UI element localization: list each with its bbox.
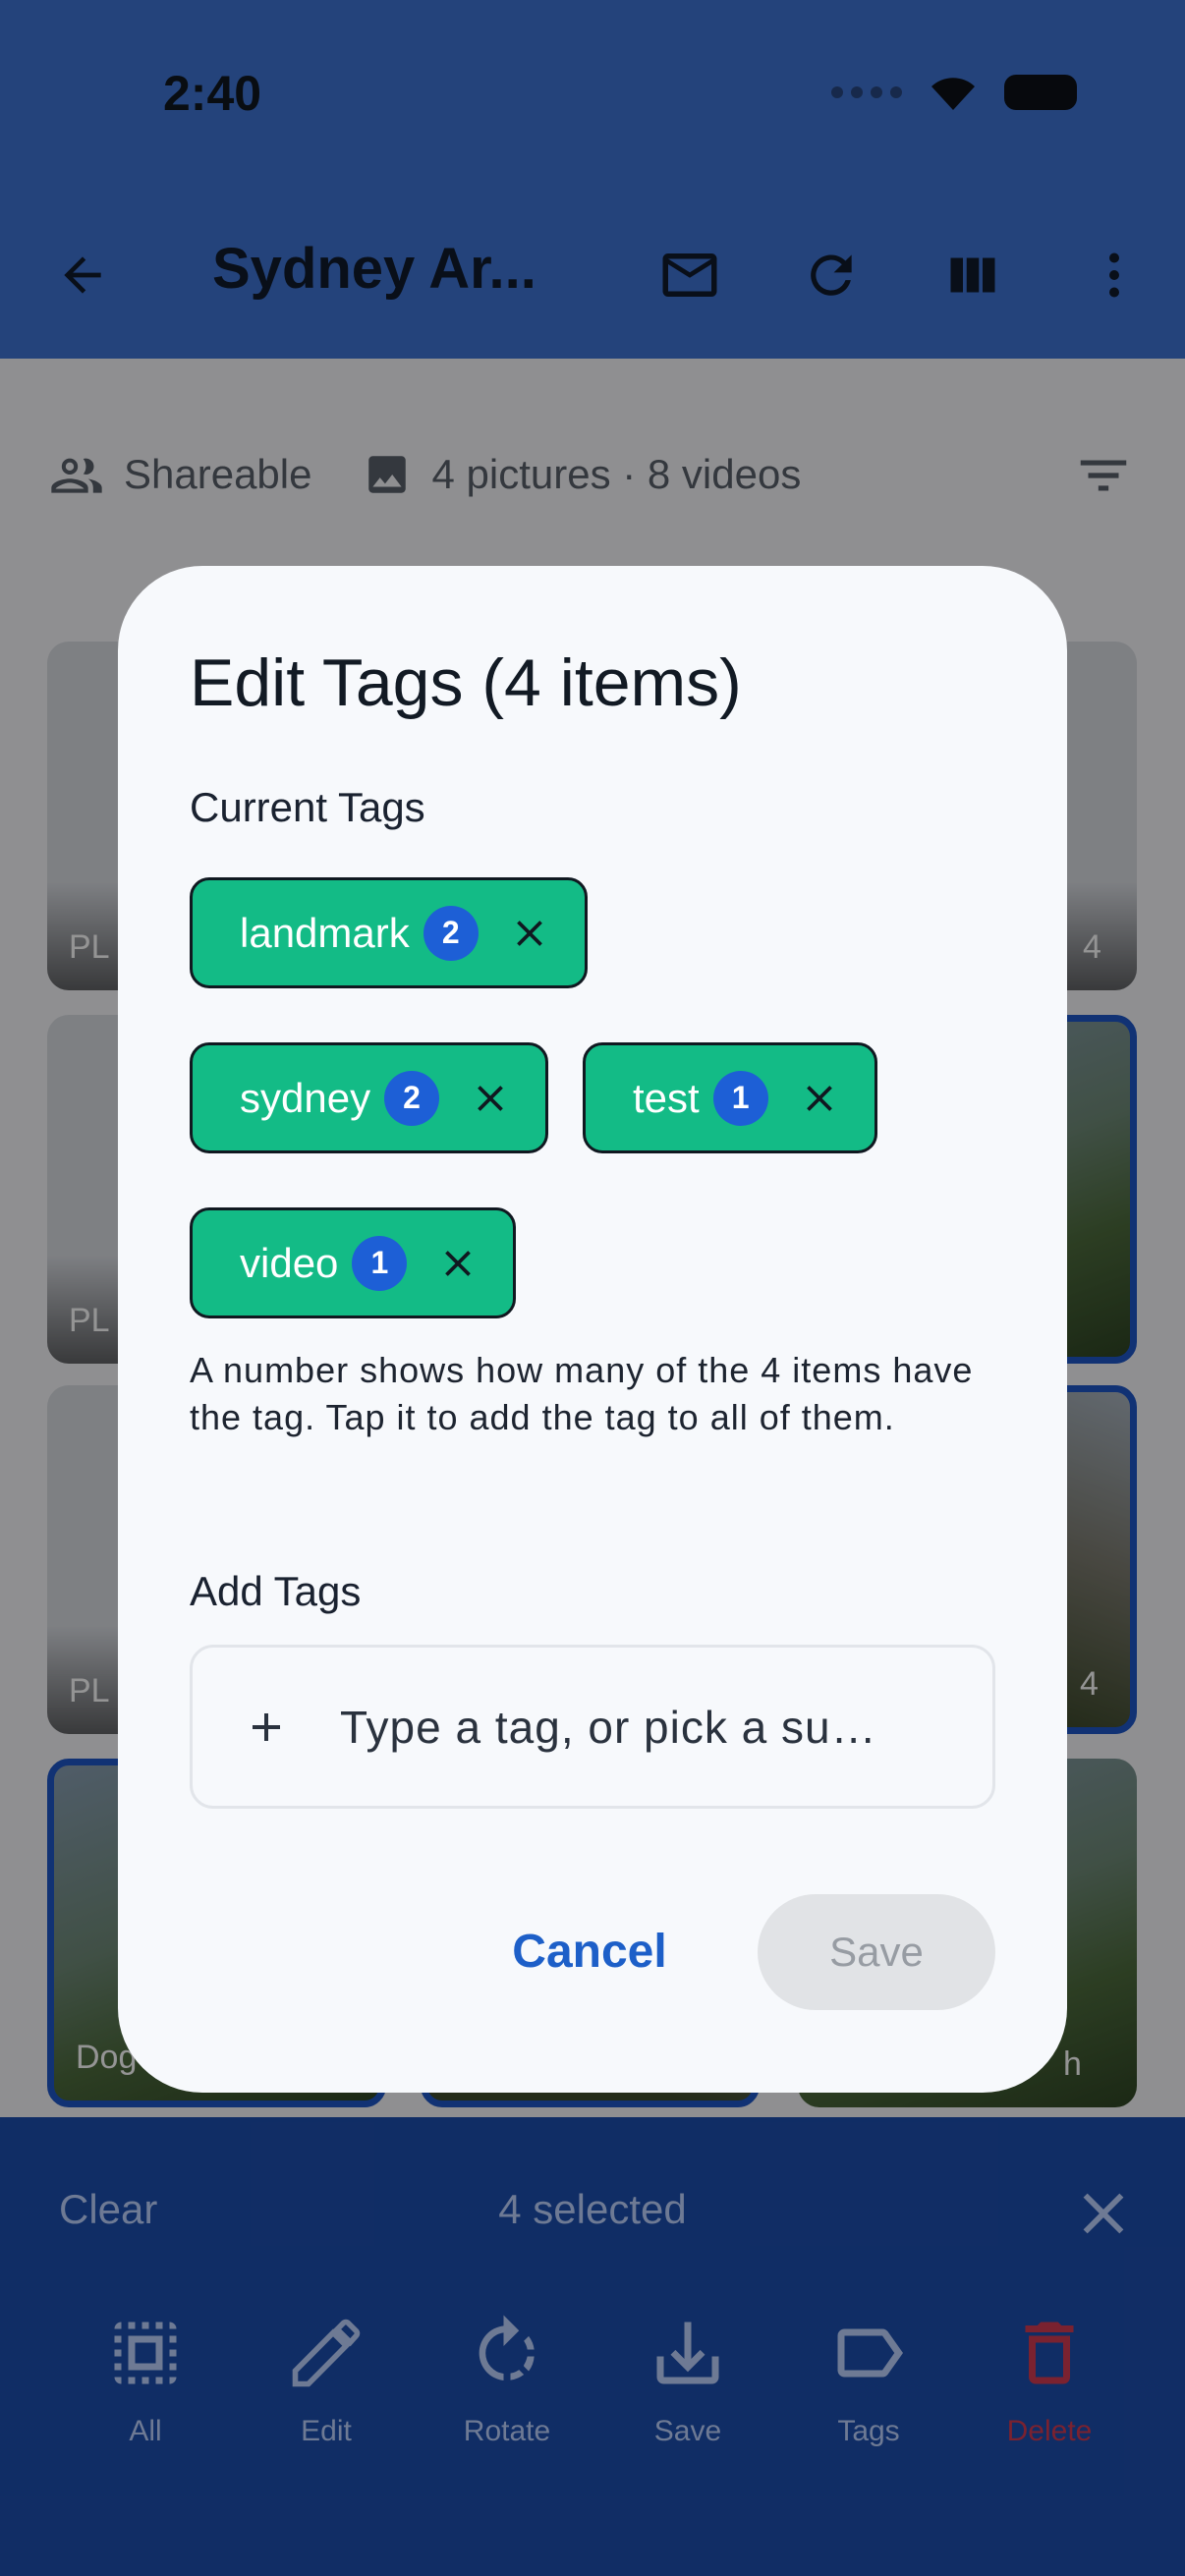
tag-chip-label: landmark bbox=[240, 909, 410, 956]
current-tags-label: Current Tags bbox=[190, 784, 425, 830]
selection-count: 4 selected bbox=[498, 2186, 687, 2232]
tag-chip-test[interactable]: test 1 bbox=[583, 1042, 877, 1153]
action-label: Edit bbox=[301, 2415, 352, 2447]
save-button[interactable]: Save bbox=[758, 1894, 995, 2010]
plus-icon[interactable] bbox=[193, 1704, 340, 1751]
tag-icon bbox=[827, 2309, 910, 2397]
delete-button[interactable]: Delete bbox=[961, 2309, 1138, 2448]
select-all-icon bbox=[104, 2309, 187, 2397]
pencil-icon bbox=[285, 2309, 367, 2397]
cancel-button[interactable]: Cancel bbox=[491, 1897, 688, 2005]
close-selection-icon[interactable] bbox=[1069, 2179, 1138, 2253]
tag-count-badge[interactable]: 2 bbox=[384, 1070, 440, 1126]
remove-tag-icon[interactable] bbox=[469, 1077, 512, 1120]
action-label: Rotate bbox=[463, 2415, 551, 2447]
save-to-device-button[interactable]: Save bbox=[599, 2309, 776, 2448]
rotate-icon bbox=[466, 2309, 548, 2397]
trash-icon bbox=[1008, 2309, 1091, 2397]
tag-count-badge[interactable]: 2 bbox=[423, 905, 479, 961]
add-tags-label: Add Tags bbox=[190, 1568, 362, 1614]
tags-button[interactable]: Tags bbox=[780, 2309, 957, 2448]
tag-chip-label: test bbox=[633, 1074, 700, 1121]
edit-tags-dialog: Edit Tags (4 items) Current Tags landmar… bbox=[118, 566, 1067, 2093]
tag-input[interactable] bbox=[340, 1700, 949, 1754]
edit-button[interactable]: Edit bbox=[238, 2309, 415, 2448]
remove-tag-icon[interactable] bbox=[798, 1077, 841, 1120]
tag-chip-label: sydney bbox=[240, 1074, 371, 1121]
action-label: Delete bbox=[1006, 2415, 1093, 2447]
tag-input-field[interactable] bbox=[190, 1645, 995, 1809]
tag-chip-landmark[interactable]: landmark 2 bbox=[190, 877, 588, 988]
tag-count-badge[interactable]: 1 bbox=[712, 1070, 768, 1126]
download-icon bbox=[647, 2309, 729, 2397]
selection-actions: All Edit Rotate Save Tags Delete bbox=[57, 2309, 1138, 2448]
tag-chip-video[interactable]: video 1 bbox=[190, 1207, 517, 1318]
select-all-button[interactable]: All bbox=[57, 2309, 234, 2448]
dialog-title: Edit Tags (4 items) bbox=[190, 645, 742, 720]
action-label: Save bbox=[653, 2415, 722, 2447]
tag-chip-label: video bbox=[240, 1239, 339, 1286]
tag-count-badge[interactable]: 1 bbox=[352, 1235, 408, 1291]
action-label: Tags bbox=[837, 2415, 900, 2447]
remove-tag-icon[interactable] bbox=[436, 1242, 480, 1285]
tag-chip-sydney[interactable]: sydney 2 bbox=[190, 1042, 549, 1153]
help-text: A number shows how many of the 4 items h… bbox=[190, 1350, 974, 1437]
rotate-button[interactable]: Rotate bbox=[419, 2309, 595, 2448]
remove-tag-icon[interactable] bbox=[508, 912, 551, 955]
action-label: All bbox=[129, 2415, 162, 2447]
